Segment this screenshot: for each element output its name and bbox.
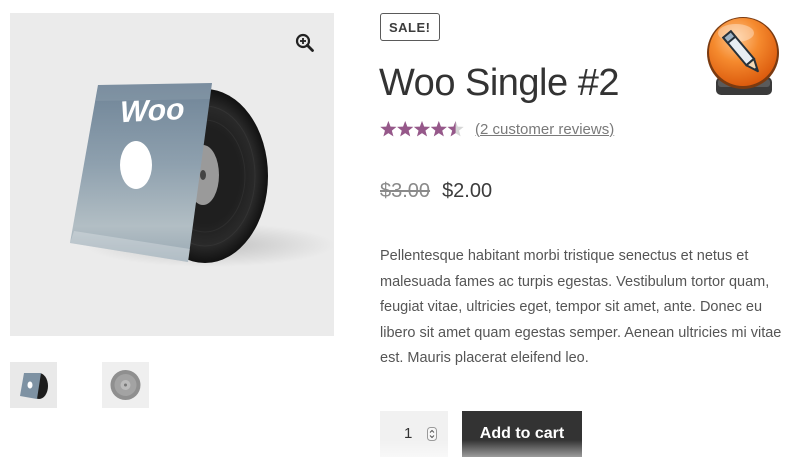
customer-reviews-link[interactable]: (2 customer reviews)	[475, 121, 614, 138]
quantity-input[interactable]: 1	[380, 411, 448, 457]
star-filled-1	[380, 121, 397, 137]
star-filled-4	[430, 121, 447, 137]
original-price: $3.00	[380, 180, 431, 202]
thumbnail-record[interactable]	[102, 362, 149, 408]
pencil-app-icon[interactable]	[702, 15, 784, 97]
vinyl-record-thumbnail	[110, 370, 141, 400]
sale-price: $2.00	[442, 180, 493, 202]
cover-title: Woo	[120, 93, 184, 129]
sale-badge: SALE!	[380, 13, 440, 41]
product-page: Woo SALE! Woo Single #2 (2 customer revi…	[0, 0, 805, 468]
vinyl-cover-thumbnail	[20, 373, 48, 399]
product-price: $3.00 $2.00	[380, 180, 492, 203]
product-short-description: Pellentesque habitant morbi tristique se…	[380, 248, 782, 366]
quantity-value: 1	[404, 425, 413, 442]
spinner-icon[interactable]	[427, 427, 437, 441]
product-rating: (2 customer reviews)	[380, 118, 614, 140]
thumbnail-cover[interactable]	[10, 362, 57, 408]
product-title: Woo Single #2	[379, 62, 619, 104]
star-icons	[380, 121, 464, 137]
add-to-cart-button[interactable]: Add to cart	[462, 411, 582, 457]
zoom-in-icon[interactable]	[295, 33, 315, 53]
vinyl-single-artwork: Woo	[70, 83, 334, 267]
star-filled-2	[397, 121, 414, 137]
product-main-image[interactable]: Woo	[10, 13, 334, 336]
star-filled-3	[413, 121, 431, 137]
star-rating	[380, 120, 464, 138]
